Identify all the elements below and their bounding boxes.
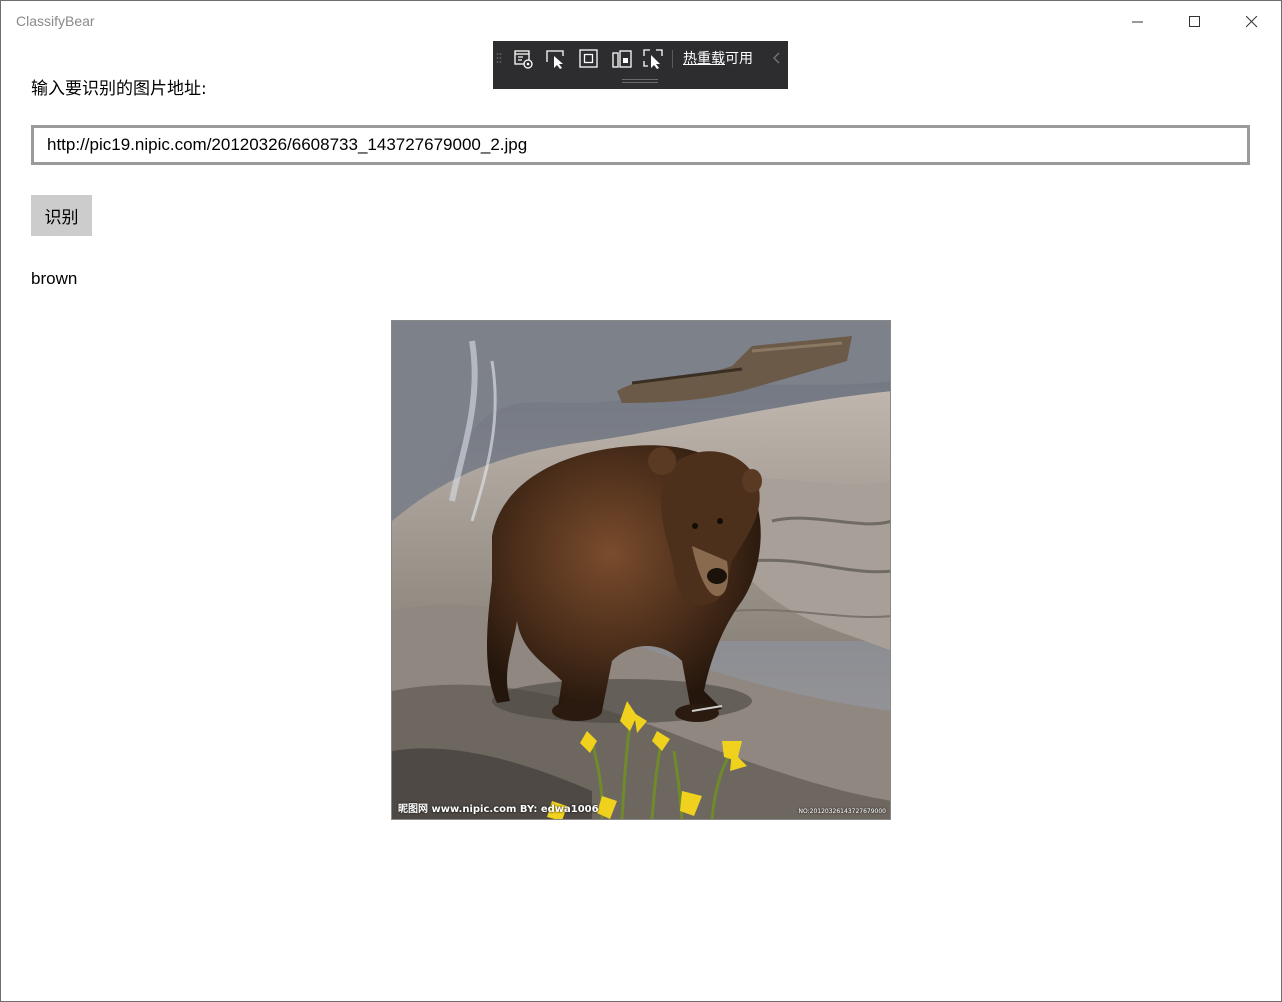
track-focus-button[interactable] [609,47,635,71]
classification-result: brown [31,269,78,288]
layout-adorners-button[interactable] [576,47,602,71]
url-prompt-label: 输入要识别的图片地址: [31,79,207,99]
track-focus-icon [612,50,632,68]
hot-reload-link[interactable]: 热重载 [683,51,725,67]
live-visual-tree-button[interactable] [511,47,537,71]
toolbar-drag-handle[interactable] [622,79,658,83]
close-button[interactable] [1224,1,1280,43]
xaml-dev-toolbar: 热重载可用 [493,41,788,89]
select-element-button[interactable] [543,47,569,71]
watermark-left: 昵图网 www.nipic.com BY: edwa1006 [398,804,599,815]
minimize-button[interactable] [1110,1,1166,43]
maximize-icon [1189,16,1200,27]
display-layout-adorners-icon [579,49,598,68]
recognize-button[interactable]: 识别 [31,195,92,236]
chevron-left-icon [773,52,780,64]
preview-selection-icon [643,49,663,69]
toolbar-separator [672,50,673,68]
app-window: ClassifyBear 热重载可用 输入要识别的图片地址: http://pi… [0,0,1282,1002]
live-visual-tree-icon [514,50,533,69]
hot-reload-status[interactable]: 热重载可用 [683,48,753,68]
maximize-button[interactable] [1167,1,1223,43]
select-element-icon [546,50,564,69]
preview-selection-button[interactable] [640,47,666,71]
watermark-right: NO:20120326143727679000 [798,808,886,815]
minimize-icon [1132,21,1143,23]
bear-photo-image [392,321,890,819]
bear-photo: 昵图网 www.nipic.com BY: edwa1006 NO:201203… [391,320,891,820]
toolbar-grip[interactable] [496,51,502,65]
close-icon [1246,16,1258,28]
title-bar[interactable]: ClassifyBear [1,1,1281,43]
hot-reload-suffix: 可用 [725,51,753,67]
image-url-input[interactable] [31,125,1250,165]
app-title: ClassifyBear [16,13,95,29]
collapse-toolbar-button[interactable] [771,51,783,65]
